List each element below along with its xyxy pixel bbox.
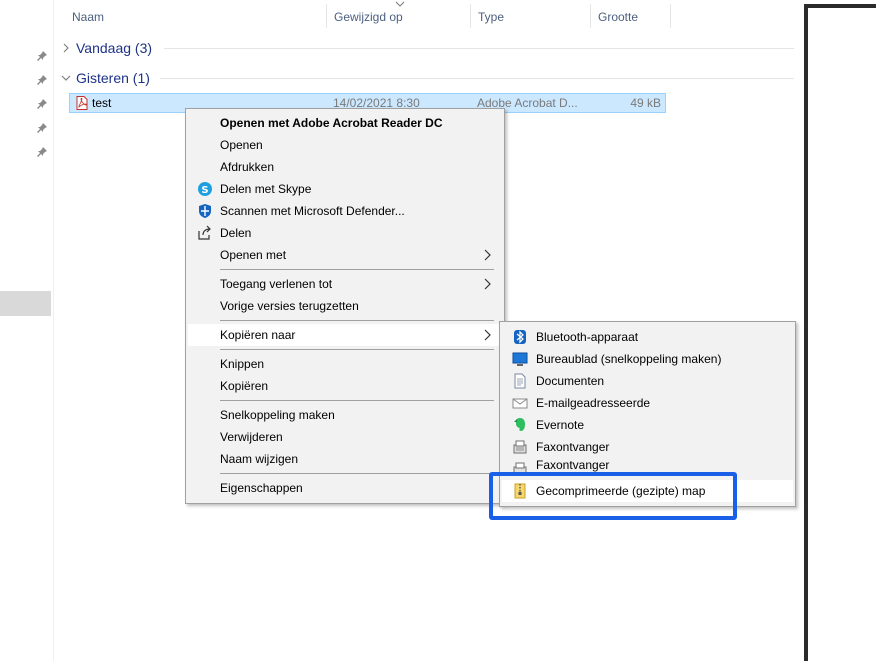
menu-separator: [220, 269, 494, 270]
send-to-evernote[interactable]: Evernote: [502, 414, 793, 436]
pin-icon[interactable]: [36, 146, 48, 158]
fax-icon: [513, 462, 527, 472]
navigation-pane: [0, 0, 54, 661]
menu-item-label: Delen: [220, 226, 252, 240]
column-header-modified[interactable]: Gewijzigd op: [316, 0, 470, 30]
mail-icon: [512, 398, 528, 409]
menu-item-copy[interactable]: Kopiëren: [188, 375, 502, 397]
menu-item-rename[interactable]: Naam wijzigen: [188, 448, 502, 470]
context-menu: Openen met Adobe Acrobat Reader DC Opene…: [185, 108, 505, 504]
annotation-highlight: [489, 472, 737, 520]
menu-item-label: Vorige versies terugzetten: [220, 299, 359, 313]
documents-icon: [514, 373, 526, 389]
menu-item-label: E-mailgeadresseerde: [536, 396, 651, 410]
file-size: 49 kB: [630, 96, 661, 110]
adjacent-window-frame: [804, 4, 876, 661]
group-divider: [164, 48, 794, 49]
menu-item-print[interactable]: Afdrukken: [188, 156, 502, 178]
group-divider: [160, 78, 794, 79]
send-to-fax[interactable]: Faxontvanger: [502, 436, 793, 458]
menu-item-label: Faxontvanger: [536, 440, 610, 454]
svg-text:S: S: [201, 185, 208, 196]
menu-item-label: Faxontvanger: [536, 458, 610, 472]
send-to-fax[interactable]: Faxontvanger: [502, 458, 793, 472]
column-header-name[interactable]: Naam: [54, 0, 326, 30]
column-header-size[interactable]: Grootte: [580, 0, 670, 30]
menu-item-label: Naam wijzigen: [220, 452, 299, 466]
menu-item-label: Bureaublad (snelkoppeling maken): [536, 352, 722, 366]
chevron-right-icon: [484, 329, 491, 341]
group-label: Vandaag (3): [76, 40, 153, 56]
menu-separator: [220, 400, 494, 401]
file-name: test: [92, 96, 112, 110]
menu-item-properties[interactable]: Eigenschappen: [188, 477, 502, 499]
send-to-bluetooth[interactable]: Bluetooth-apparaat: [502, 326, 793, 348]
column-header-type[interactable]: Type: [460, 0, 590, 30]
menu-item-send-to[interactable]: Kopiëren naar: [188, 324, 502, 346]
menu-item-open-with[interactable]: Openen met: [188, 244, 502, 266]
evernote-icon: [514, 418, 525, 431]
menu-item-cut[interactable]: Knippen: [188, 353, 502, 375]
group-header-today[interactable]: Vandaag (3): [60, 38, 152, 58]
menu-item-label: Eigenschappen: [220, 481, 303, 495]
menu-separator: [220, 349, 494, 350]
chevron-right-icon: [63, 43, 69, 53]
send-to-desktop[interactable]: Bureaublad (snelkoppeling maken): [502, 348, 793, 370]
menu-item-label: Verwijderen: [220, 430, 283, 444]
pin-icon[interactable]: [36, 74, 48, 86]
pin-icon[interactable]: [36, 122, 48, 134]
pdf-icon: [76, 96, 88, 110]
send-to-documents[interactable]: Documenten: [502, 370, 793, 392]
menu-item-open[interactable]: Openen: [188, 134, 502, 156]
menu-item-label: Afdrukken: [220, 160, 275, 174]
chevron-right-icon: [484, 278, 491, 290]
menu-item-delete[interactable]: Verwijderen: [188, 426, 502, 448]
defender-icon: [199, 204, 211, 218]
menu-item-open-with-acrobat[interactable]: Openen met Adobe Acrobat Reader DC: [188, 112, 502, 134]
share-icon: [198, 225, 211, 240]
nav-selected-item[interactable]: [0, 291, 51, 316]
skype-icon: S: [198, 182, 212, 196]
pin-icon[interactable]: [36, 50, 48, 62]
menu-item-label: Evernote: [536, 418, 585, 432]
menu-item-give-access[interactable]: Toegang verlenen tot: [188, 273, 502, 295]
menu-item-label: Openen met Adobe Acrobat Reader DC: [220, 116, 443, 130]
menu-item-label: Documenten: [536, 374, 605, 388]
group-header-yesterday[interactable]: Gisteren (1): [60, 68, 150, 88]
menu-item-label: Kopiëren: [220, 379, 269, 393]
menu-item-label: Knippen: [220, 357, 265, 371]
menu-item-restore-versions[interactable]: Vorige versies terugzetten: [188, 295, 502, 317]
menu-item-label: Toegang verlenen tot: [220, 277, 333, 291]
fax-icon: [513, 440, 527, 454]
menu-item-label: Scannen met Microsoft Defender...: [220, 204, 405, 218]
desktop-icon: [512, 352, 528, 366]
menu-separator: [220, 320, 494, 321]
pin-icon[interactable]: [36, 98, 48, 110]
menu-item-share-skype[interactable]: S Delen met Skype: [188, 178, 502, 200]
menu-item-scan-defender[interactable]: Scannen met Microsoft Defender...: [188, 200, 502, 222]
menu-item-create-shortcut[interactable]: Snelkoppeling maken: [188, 404, 502, 426]
menu-item-label: Delen met Skype: [220, 182, 312, 196]
menu-item-label: Snelkoppeling maken: [220, 408, 335, 422]
chevron-right-icon: [484, 249, 491, 261]
group-label: Gisteren (1): [76, 70, 150, 86]
chevron-down-icon: [61, 75, 71, 81]
menu-item-label: Kopiëren naar: [220, 328, 296, 342]
menu-item-label: Openen met: [220, 248, 287, 262]
send-to-mail[interactable]: E-mailgeadresseerde: [502, 392, 793, 414]
bluetooth-icon: [514, 330, 526, 344]
menu-item-label: Bluetooth-apparaat: [536, 330, 639, 344]
menu-item-label: Openen: [220, 138, 263, 152]
menu-item-share[interactable]: Delen: [188, 222, 502, 244]
column-divider[interactable]: [670, 4, 671, 28]
menu-separator: [220, 473, 494, 474]
